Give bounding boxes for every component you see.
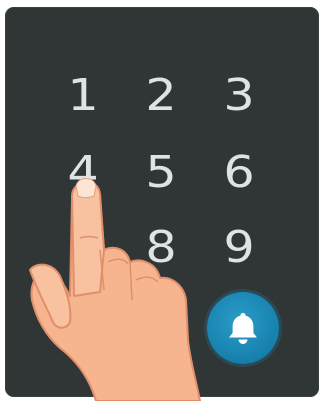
key-5[interactable]: 5 (134, 147, 188, 198)
key-7[interactable]: 7 (56, 222, 110, 273)
key-9[interactable]: 9 (212, 222, 266, 273)
key-3[interactable]: 3 (212, 70, 266, 121)
key-8[interactable]: 8 (134, 222, 188, 273)
key-6[interactable]: 6 (212, 147, 266, 198)
bell-icon (226, 310, 260, 346)
keypad-panel: 1 2 3 4 5 6 7 8 9 (5, 7, 319, 397)
doorbell-button[interactable] (207, 292, 279, 364)
key-1[interactable]: 1 (56, 70, 110, 121)
key-2[interactable]: 2 (134, 70, 188, 121)
key-4[interactable]: 4 (56, 147, 110, 198)
door-keypad-illustration: 1 2 3 4 5 6 7 8 9 (0, 0, 324, 401)
